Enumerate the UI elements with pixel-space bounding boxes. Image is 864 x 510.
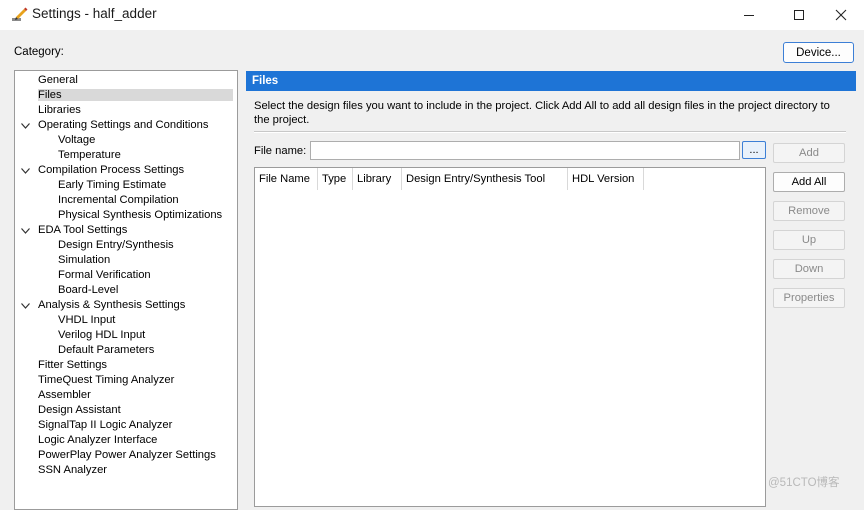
add-button[interactable]: Add <box>773 143 845 163</box>
tree-item-label: Verilog HDL Input <box>58 329 146 341</box>
tree-item-verilog-hdl-input[interactable]: Verilog HDL Input <box>58 328 145 343</box>
tree-item-label: VHDL Input <box>58 314 116 326</box>
tree-item-label: Analysis & Synthesis Settings <box>38 299 186 311</box>
tree-item-label: Simulation <box>58 254 111 266</box>
tree-item-label: Files <box>38 89 233 101</box>
file-name-label: File name: <box>254 145 307 157</box>
maximize-button[interactable] <box>776 0 822 30</box>
down-button[interactable]: Down <box>773 259 845 279</box>
tree-item-label: Design Assistant <box>38 404 121 416</box>
chevron-down-icon[interactable] <box>20 298 30 313</box>
tree-item-eda-tool-settings[interactable]: EDA Tool Settings <box>20 223 128 238</box>
tree-item-label: Formal Verification <box>58 269 151 281</box>
device-button[interactable]: Device... <box>783 42 854 63</box>
tree-item-design-entry-synthesis[interactable]: Design Entry/Synthesis <box>58 238 174 253</box>
minimize-icon <box>744 15 754 16</box>
tree-item-label: Voltage <box>58 134 96 146</box>
chevron-down-icon[interactable] <box>20 163 30 178</box>
tree-item-design-assistant[interactable]: Design Assistant <box>38 403 121 418</box>
tree-item-label: EDA Tool Settings <box>38 224 128 236</box>
tree-item-assembler[interactable]: Assembler <box>38 388 91 403</box>
tree-item-fitter-settings[interactable]: Fitter Settings <box>38 358 107 373</box>
tree-item-label: Early Timing Estimate <box>58 179 167 191</box>
category-label: Category: <box>14 46 64 58</box>
tree-item-label: Board-Level <box>58 284 119 296</box>
tree-item-formal-verification[interactable]: Formal Verification <box>58 268 151 283</box>
tree-item-logic-analyzer-interface[interactable]: Logic Analyzer Interface <box>38 433 157 448</box>
tree-item-label: Design Entry/Synthesis <box>58 239 174 251</box>
tree-item-label: PowerPlay Power Analyzer Settings <box>38 449 216 461</box>
tree-item-label: Fitter Settings <box>38 359 108 371</box>
tree-item-temperature[interactable]: Temperature <box>58 148 121 163</box>
tree-item-compilation-process-settings[interactable]: Compilation Process Settings <box>20 163 185 178</box>
close-icon <box>835 9 847 21</box>
tree-item-label: SSN Analyzer <box>38 464 108 476</box>
column-header-type[interactable]: Type <box>318 168 353 190</box>
tree-item-board-level[interactable]: Board-Level <box>58 283 118 298</box>
tree-item-powerplay-power-analyzer-settings[interactable]: PowerPlay Power Analyzer Settings <box>38 448 216 463</box>
tree-item-libraries[interactable]: Libraries <box>38 103 81 118</box>
maximize-icon <box>794 10 804 20</box>
chevron-down-icon[interactable] <box>20 223 30 238</box>
tree-item-simulation[interactable]: Simulation <box>58 253 110 268</box>
tree-item-label: Libraries <box>38 104 81 116</box>
close-button[interactable] <box>818 0 864 30</box>
chevron-down-icon[interactable] <box>20 118 30 133</box>
tree-item-label: Logic Analyzer Interface <box>38 434 158 446</box>
watermark: @51CTO博客 <box>768 477 840 489</box>
tree-item-timequest-timing-analyzer[interactable]: TimeQuest Timing Analyzer <box>38 373 174 388</box>
column-header-design-entry-tool[interactable]: Design Entry/Synthesis Tool <box>402 168 568 190</box>
tree-item-vhdl-input[interactable]: VHDL Input <box>58 313 115 328</box>
tree-item-voltage[interactable]: Voltage <box>58 133 95 148</box>
category-tree[interactable]: General Files Libraries Operating Settings … <box>14 70 238 510</box>
tree-item-label: Temperature <box>58 149 121 161</box>
tree-item-label: Incremental Compilation <box>58 194 179 206</box>
tree-item-label: General <box>38 74 78 86</box>
tree-item-ssn-analyzer[interactable]: SSN Analyzer <box>38 463 107 478</box>
tree-item-label: TimeQuest Timing Analyzer <box>38 374 175 386</box>
tree-item-analysis-synthesis-settings[interactable]: Analysis & Synthesis Settings <box>20 298 186 313</box>
tree-item-physical-synthesis-optimizations[interactable]: Physical Synthesis Optimizations <box>58 208 222 223</box>
title-bar: Settings - half_adder <box>0 0 864 30</box>
panel-description: Select the design files you want to incl… <box>254 100 830 126</box>
tree-item-early-timing-estimate[interactable]: Early Timing Estimate <box>58 178 166 193</box>
file-name-input[interactable] <box>310 141 740 160</box>
tree-item-incremental-compilation[interactable]: Incremental Compilation <box>58 193 179 208</box>
tree-item-label: Compilation Process Settings <box>38 164 185 176</box>
minimize-button[interactable] <box>726 0 772 30</box>
remove-button[interactable]: Remove <box>773 201 845 221</box>
settings-pencil-icon <box>12 7 28 21</box>
tree-item-default-parameters[interactable]: Default Parameters <box>58 343 154 358</box>
browse-button[interactable]: ... <box>742 141 766 159</box>
properties-button[interactable]: Properties <box>773 288 845 308</box>
tree-item-label: Physical Synthesis Optimizations <box>58 209 223 221</box>
tree-item-files[interactable]: Files <box>38 88 233 103</box>
column-header-file-name[interactable]: File Name <box>255 168 318 190</box>
tree-item-label: SignalTap II Logic Analyzer <box>38 419 173 431</box>
tree-item-label: Operating Settings and Conditions <box>38 119 209 131</box>
panel-header: Files <box>246 71 856 91</box>
tree-item-signaltap-ii-logic-analyzer[interactable]: SignalTap II Logic Analyzer <box>38 418 172 433</box>
column-header-hdl-version[interactable]: HDL Version <box>568 168 644 190</box>
tree-item-general[interactable]: General <box>38 73 78 88</box>
up-button[interactable]: Up <box>773 230 845 250</box>
tree-item-label: Default Parameters <box>58 344 155 356</box>
separator <box>254 131 846 133</box>
files-table[interactable]: File Name Type Library Design Entry/Synt… <box>254 167 766 507</box>
window-title: Settings - half_adder <box>32 6 157 21</box>
tree-item-label: Assembler <box>38 389 91 401</box>
add-all-button[interactable]: Add All <box>773 172 845 192</box>
column-header-library[interactable]: Library <box>353 168 402 190</box>
tree-item-operating-settings-and-conditions[interactable]: Operating Settings and Conditions <box>20 118 209 133</box>
